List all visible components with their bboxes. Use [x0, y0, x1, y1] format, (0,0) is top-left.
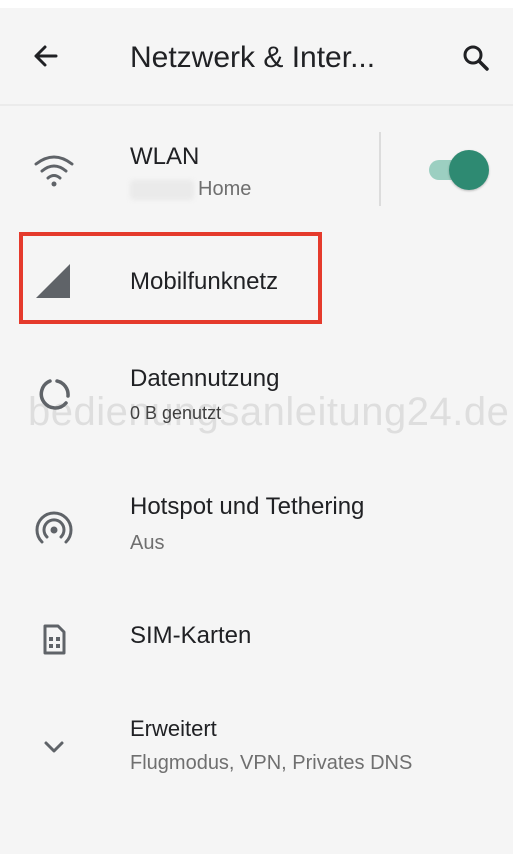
toggle-thumb: [449, 150, 489, 190]
advanced-label: Erweitert: [130, 716, 217, 741]
data-usage-icon: [39, 379, 70, 410]
hotspot-row[interactable]: Hotspot und Tethering Aus: [0, 480, 513, 570]
advanced-row[interactable]: Erweitert Flugmodus, VPN, Privates DNS: [0, 706, 513, 796]
hotspot-subtitle: Aus: [130, 532, 165, 554]
search-button[interactable]: [456, 38, 496, 78]
ssid-redaction: [130, 180, 194, 200]
status-bar: [0, 0, 513, 8]
search-icon: [463, 45, 489, 71]
wlan-label: WLAN: [130, 143, 200, 170]
highlight-box: [19, 232, 322, 324]
sim-card-icon: [43, 624, 66, 655]
wifi-icon: [34, 155, 74, 187]
data-usage-subtitle: 0 B genutzt: [130, 403, 222, 423]
data-usage-label: Datennutzung: [130, 365, 280, 392]
advanced-subtitle: Flugmodus, VPN, Privates DNS: [130, 752, 413, 774]
sim-cards-row[interactable]: SIM-Karten: [0, 600, 513, 676]
row-divider: [379, 132, 381, 206]
chevron-down-icon: [44, 741, 64, 753]
wlan-toggle[interactable]: [425, 150, 489, 190]
hotspot-label: Hotspot und Tethering: [130, 493, 365, 520]
sim-cards-label: SIM-Karten: [130, 622, 252, 649]
app-bar: Netzwerk & Inter...: [0, 8, 513, 106]
wlan-network-name: Home: [198, 178, 252, 200]
data-usage-row[interactable]: Datennutzung 0 B genutzt: [0, 352, 513, 442]
back-button[interactable]: [26, 36, 66, 76]
page-title: Netzwerk & Inter...: [130, 41, 376, 74]
hotspot-icon: [35, 511, 73, 544]
arrow-left-icon: [34, 45, 58, 67]
